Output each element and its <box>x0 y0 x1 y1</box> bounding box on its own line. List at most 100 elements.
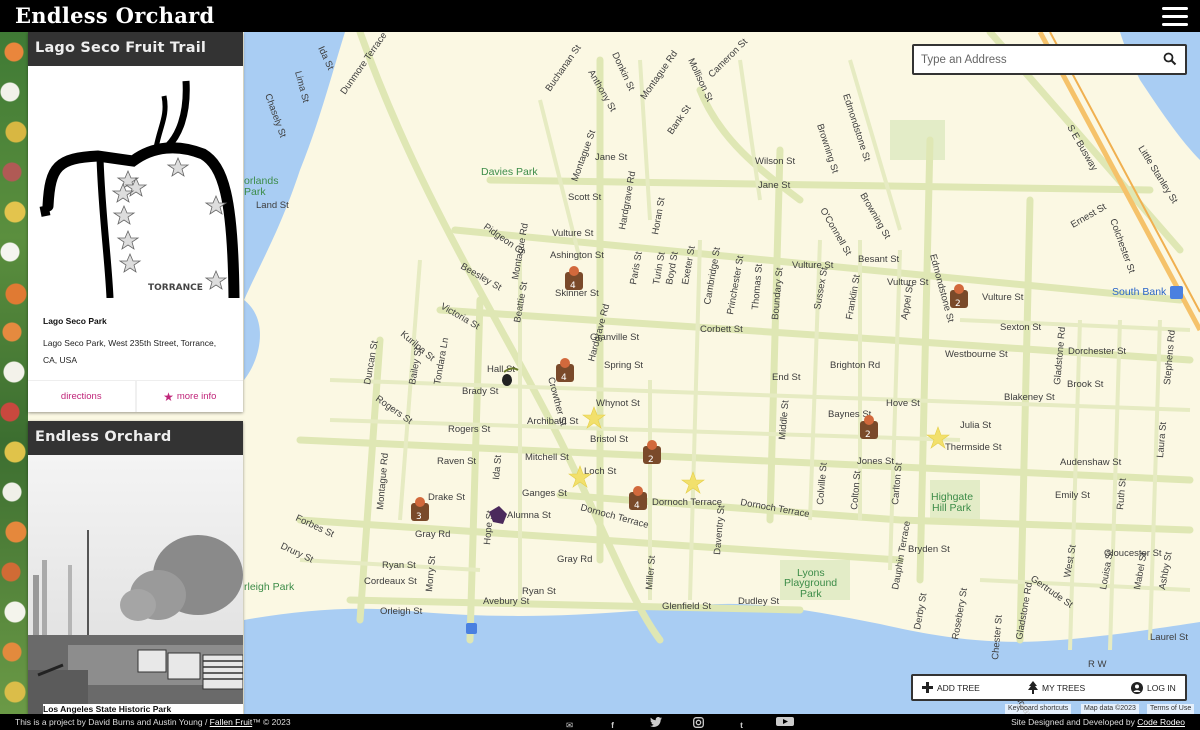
svg-text:Jane St: Jane St <box>595 152 628 163</box>
svg-text:Hove St: Hove St <box>886 398 920 409</box>
svg-text:End St: End St <box>772 372 801 383</box>
my-trees-button[interactable]: MY TREES <box>1028 676 1131 699</box>
svg-text:Ryan St: Ryan St <box>382 560 416 571</box>
more-info-button[interactable]: ★ more info <box>134 381 243 412</box>
log-in-button[interactable]: LOG IN <box>1131 676 1176 699</box>
tree-cluster-marker[interactable]: 2 <box>950 284 968 309</box>
svg-text:Corbett St: Corbett St <box>700 324 743 335</box>
facebook-icon[interactable]: f <box>591 717 634 730</box>
top-header: Endless Orchard <box>0 0 1200 32</box>
svg-text:Spring St: Spring St <box>604 360 643 371</box>
svg-text:Browning St: Browning St <box>857 191 892 241</box>
svg-text:Raven St: Raven St <box>437 456 476 467</box>
river-sw <box>244 300 260 380</box>
tumblr-icon[interactable]: t <box>720 717 763 730</box>
plus-icon <box>922 682 933 693</box>
svg-text:R W: R W <box>1088 659 1107 670</box>
menu-icon[interactable] <box>1162 7 1188 26</box>
directions-button[interactable]: directions <box>28 381 135 412</box>
svg-text:Browning St: Browning St <box>814 123 840 175</box>
fruit-decoration-strip <box>0 32 28 714</box>
search-icon[interactable] <box>1163 52 1177 66</box>
tree-cluster-marker[interactable]: 4 <box>565 266 583 291</box>
svg-text:Bristol St: Bristol St <box>590 434 628 445</box>
svg-text:Gladstone Rd: Gladstone Rd <box>1052 326 1068 385</box>
instagram-icon[interactable] <box>677 717 720 730</box>
tree-cluster-marker[interactable]: 4 <box>629 486 647 511</box>
svg-text:Brady St: Brady St <box>462 386 499 397</box>
svg-text:Little Stanley St: Little Stanley St <box>1135 144 1179 206</box>
tree-cluster-marker[interactable]: 4 <box>556 358 574 383</box>
svg-text:rleigh Park: rleigh Park <box>244 581 295 593</box>
trail-map-image[interactable]: TORRANCE <box>28 66 243 298</box>
tree-icon <box>1028 681 1038 694</box>
svg-text:Montague Rd: Montague Rd <box>375 452 391 510</box>
svg-text:Emily St: Emily St <box>1055 490 1090 501</box>
svg-text:Sussex St: Sussex St <box>812 266 830 310</box>
orchard-card: Endless Orchard Los Angeles State Histor… <box>28 421 243 714</box>
svg-text:Paris St: Paris St <box>628 251 645 286</box>
developer-credit: Site Designed and Developed by Code Rode… <box>1011 717 1185 727</box>
orchard-photo[interactable] <box>28 455 243 714</box>
fallen-fruit-link[interactable]: Fallen Fruit <box>210 717 253 727</box>
svg-text:South Bank: South Bank <box>1112 286 1167 298</box>
tree-cluster-marker[interactable]: 3 <box>411 497 429 522</box>
svg-text:Stephens Rd: Stephens Rd <box>1162 330 1178 386</box>
svg-text:Park: Park <box>800 588 822 600</box>
svg-text:Drury St: Drury St <box>279 541 316 566</box>
svg-text:Horan St: Horan St <box>650 196 667 235</box>
search-input[interactable] <box>914 46 1154 73</box>
svg-text:Dudley St: Dudley St <box>738 596 780 607</box>
svg-text:Audenshaw St: Audenshaw St <box>1060 457 1122 468</box>
svg-text:Brook St: Brook St <box>1067 379 1104 390</box>
photo-caption: Los Angeles State Historic Park <box>43 704 243 714</box>
brand-logo[interactable]: Endless Orchard <box>15 3 215 28</box>
svg-text:Dornoch Terrace: Dornoch Terrace <box>739 497 810 520</box>
youtube-icon[interactable] <box>763 717 806 730</box>
svg-text:Wilson St: Wilson St <box>755 156 795 167</box>
svg-text:Ganges St: Ganges St <box>522 488 567 499</box>
svg-text:4: 4 <box>570 281 576 291</box>
svg-text:Morry St: Morry St <box>424 555 438 592</box>
svg-text:Alumna St: Alumna St <box>507 510 551 521</box>
svg-text:Appel St: Appel St <box>899 283 916 321</box>
svg-text:Edmondstone St: Edmondstone St <box>927 253 956 324</box>
add-tree-button[interactable]: ADD TREE <box>922 676 1028 699</box>
twitter-icon[interactable] <box>634 717 677 730</box>
svg-text:Tondara Ln: Tondara Ln <box>432 337 451 386</box>
svg-text:Thomas St: Thomas St <box>750 263 765 310</box>
svg-text:4: 4 <box>634 501 640 511</box>
svg-text:Miller St: Miller St <box>644 555 658 590</box>
svg-text:Drake St: Drake St <box>428 492 465 503</box>
svg-text:Park: Park <box>244 186 266 198</box>
card-title: Lago Seco Fruit Trail <box>28 32 243 66</box>
svg-text:Besant St: Besant St <box>858 254 900 265</box>
svg-text:West St: West St <box>1062 544 1079 579</box>
svg-text:O'Connell St: O'Connell St <box>817 206 853 258</box>
svg-text:Forbes St: Forbes St <box>294 513 336 541</box>
keyboard-shortcuts-link[interactable]: Keyboard shortcuts <box>1005 704 1072 714</box>
svg-text:Gertrude St: Gertrude St <box>1028 573 1075 610</box>
email-icon[interactable]: ✉ <box>548 717 591 730</box>
address-search <box>912 44 1187 75</box>
svg-text:Vulture St: Vulture St <box>887 277 929 288</box>
svg-text:Jones St: Jones St <box>857 456 894 467</box>
location-address: Lago Seco Park, West 235th Street, Torra… <box>43 338 217 365</box>
credit-text: This is a project by David Burns and Aus… <box>15 717 291 727</box>
svg-text:Ida St: Ida St <box>491 454 504 480</box>
svg-text:Sexton St: Sexton St <box>1000 322 1042 333</box>
svg-text:Dauphin Terrace: Dauphin Terrace <box>890 520 913 590</box>
svg-text:Vulture St: Vulture St <box>982 292 1024 303</box>
svg-text:Buchanan St: Buchanan St <box>543 43 583 94</box>
svg-text:Gray Rd: Gray Rd <box>557 554 592 565</box>
svg-text:Cordeaux St: Cordeaux St <box>364 576 417 587</box>
svg-text:Bailey St: Bailey St <box>407 346 424 385</box>
code-rodeo-link[interactable]: Code Rodeo <box>1137 717 1185 727</box>
svg-text:Montague Rd: Montague Rd <box>638 49 680 102</box>
tree-cluster-marker[interactable]: 2 <box>643 440 661 465</box>
svg-text:Dornoch Terrace: Dornoch Terrace <box>652 497 722 508</box>
svg-text:Ruth St: Ruth St <box>1115 477 1129 510</box>
terms-link[interactable]: Terms of Use <box>1147 704 1195 714</box>
svg-text:Hill Park: Hill Park <box>932 502 972 514</box>
footer: This is a project by David Burns and Aus… <box>0 714 1200 730</box>
